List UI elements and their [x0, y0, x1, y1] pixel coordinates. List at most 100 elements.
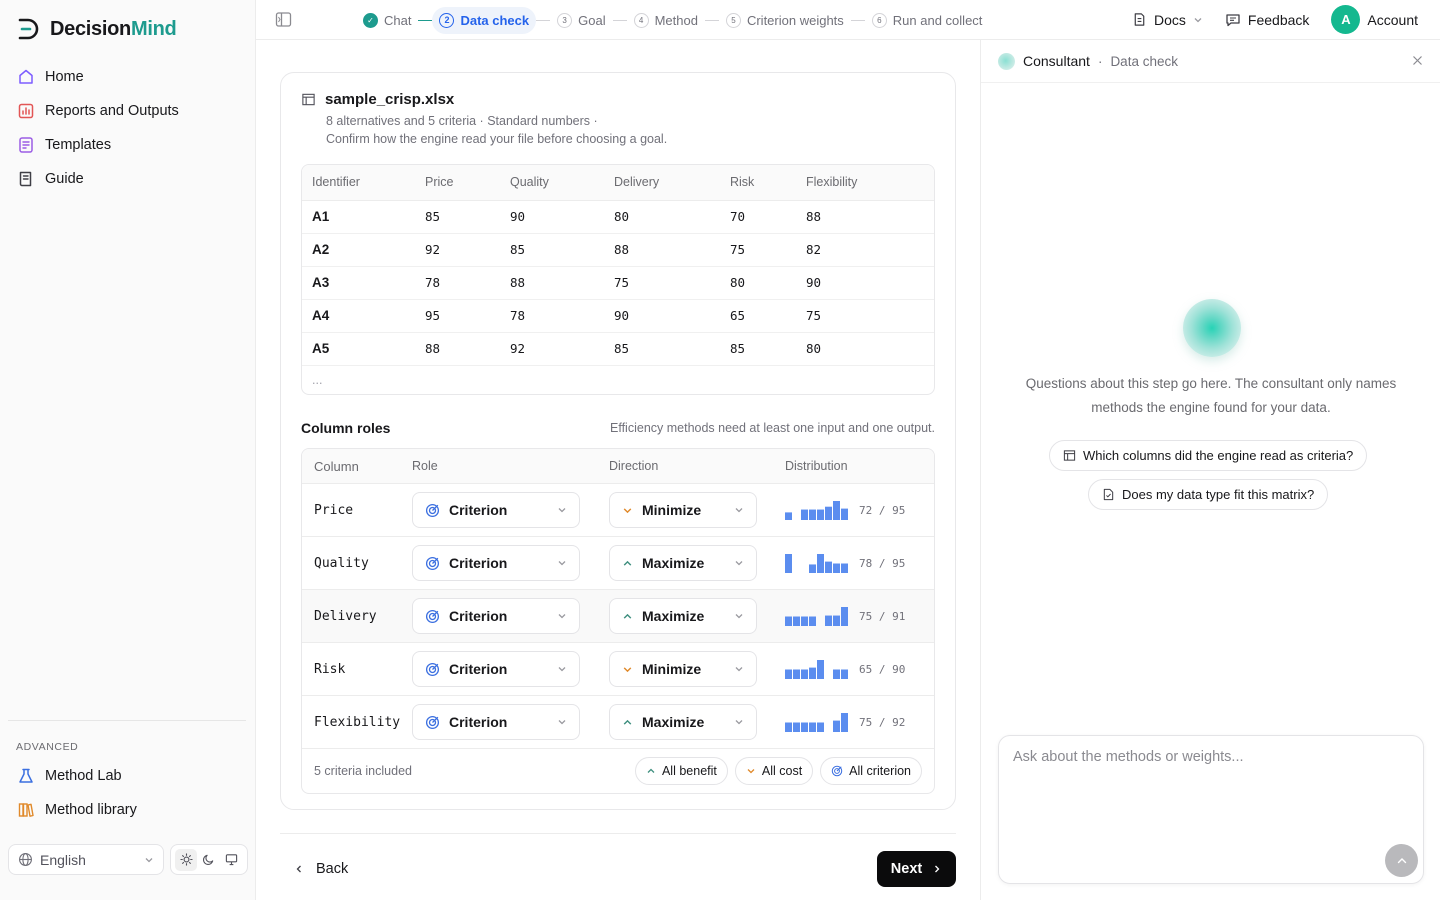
value-range: 78 / 95 — [859, 556, 906, 570]
consultant-panel: Consultant · Data check Questions about … — [980, 40, 1440, 900]
direction-value: Maximize — [642, 714, 705, 730]
histogram-bar — [809, 722, 816, 732]
histogram-bar — [809, 667, 816, 679]
column-roles-title: Column roles — [301, 420, 391, 436]
histogram-bar — [841, 669, 848, 679]
suggestion-chip[interactable]: Does my data type fit this matrix? — [1088, 479, 1329, 510]
close-icon — [1413, 56, 1422, 65]
step-data-check[interactable]: 2 Data check — [432, 6, 537, 34]
chevron-down-icon — [735, 614, 743, 619]
step-run-and-collect[interactable]: 6 Run and collect — [865, 7, 990, 34]
direction-select[interactable]: Maximize — [609, 704, 757, 740]
step-progress: ✓ Chat 2 Data check 3 Goal 4 Method 5 Cr… — [356, 6, 989, 34]
language-select[interactable]: English — [8, 844, 164, 875]
role-select[interactable]: Criterion — [412, 545, 580, 581]
next-button[interactable]: Next — [877, 851, 956, 887]
moon-icon — [203, 854, 214, 866]
consultant-chat-input[interactable]: Ask about the methods or weights... — [998, 735, 1424, 884]
pill-label: All criterion — [849, 764, 911, 778]
step-method[interactable]: 4 Method — [627, 7, 705, 34]
table-cell: 88 — [510, 266, 614, 300]
advanced-section: ADVANCED Method Lab Method library — [8, 720, 246, 827]
table-cell: 95 — [425, 299, 510, 333]
system-theme-button[interactable] — [221, 849, 243, 871]
role-select[interactable]: Criterion — [412, 651, 580, 687]
book-icon — [19, 171, 32, 187]
column-header: Distribution — [785, 459, 848, 473]
consultant-orb-icon — [998, 52, 1015, 70]
direction-cell: Maximize — [609, 598, 785, 634]
step-connector — [418, 19, 433, 21]
feedback-button[interactable]: Feedback — [1225, 12, 1309, 28]
globe-icon — [19, 853, 32, 866]
suggestion-chip[interactable]: Which columns did the engine read as cri… — [1049, 440, 1368, 471]
histogram-bar — [833, 669, 840, 679]
account-menu[interactable]: A Account — [1331, 5, 1418, 34]
role-select[interactable]: Criterion — [412, 598, 580, 634]
column-header: Direction — [609, 459, 659, 473]
step-connector — [536, 19, 551, 21]
dark-theme-button[interactable] — [198, 849, 220, 871]
table-cell: 88 — [425, 332, 510, 366]
step-chat[interactable]: ✓ Chat — [356, 7, 418, 34]
sidebar-item-method-lab[interactable]: Method Lab — [8, 759, 246, 793]
histogram-bar — [801, 669, 808, 679]
distribution-histogram — [785, 607, 848, 626]
sidebar-item-guide[interactable]: Guide — [8, 162, 248, 196]
value-range: 75 / 91 — [859, 609, 906, 623]
histogram-bar — [825, 615, 832, 626]
table-more-row: ... — [302, 365, 934, 394]
table-cell: A2 — [302, 233, 425, 267]
roles-header-row: Column Role Direction Distribution — [302, 449, 934, 484]
back-button[interactable]: Back — [294, 851, 348, 887]
table-row: A1 85 90 80 70 88 — [302, 200, 934, 234]
avatar: A — [1331, 5, 1361, 34]
all-cost-button[interactable]: All cost — [734, 757, 814, 785]
chevron-up-icon — [623, 719, 632, 725]
sidebar-item-home[interactable]: Home — [8, 60, 248, 94]
data-check-card: sample_crisp.xlsx 8 alternatives and 5 c… — [280, 72, 956, 810]
distribution-cell: 72 / 95 — [785, 500, 934, 520]
all-benefit-button[interactable]: All benefit — [634, 757, 728, 785]
step-goal[interactable]: 3 Goal — [550, 7, 612, 34]
table-cell: 90 — [510, 200, 614, 234]
column-name: Price — [314, 502, 354, 518]
step-connector — [704, 19, 719, 21]
direction-cell: Maximize — [609, 545, 785, 581]
direction-select[interactable]: Maximize — [609, 545, 757, 581]
step-criterion-weights[interactable]: 5 Criterion weights — [719, 7, 851, 34]
sidebar-toggle-button[interactable] — [275, 11, 292, 31]
send-button[interactable] — [1385, 844, 1418, 877]
direction-select[interactable]: Minimize — [609, 492, 757, 528]
sidebar-item-templates[interactable]: Templates — [8, 128, 248, 162]
bulk-actions: All benefit All cost All criterion — [634, 757, 922, 785]
chevron-down-icon — [558, 720, 566, 725]
logo-icon — [18, 18, 39, 40]
step-number: 5 — [725, 12, 741, 28]
sidebar-item-method-library[interactable]: Method library — [8, 793, 246, 827]
value-range: 65 / 90 — [859, 662, 906, 676]
step-number: 4 — [633, 12, 649, 28]
chevron-up-icon — [647, 768, 655, 773]
direction-cell: Minimize — [609, 651, 785, 687]
top-bar: ✓ Chat 2 Data check 3 Goal 4 Method 5 Cr… — [256, 0, 1440, 40]
role-cell: Criterion — [412, 545, 609, 581]
table-cell: 85 — [730, 332, 806, 366]
close-button[interactable] — [1412, 53, 1423, 69]
all-criterion-button[interactable]: All criterion — [820, 757, 922, 785]
docs-menu[interactable]: Docs — [1132, 12, 1203, 28]
histogram-bar — [817, 554, 824, 573]
sidebar-item-reports[interactable]: Reports and Outputs — [8, 94, 248, 128]
app-logo[interactable]: DecisionMind — [16, 16, 177, 42]
target-icon — [425, 503, 440, 517]
chevron-down-icon — [735, 667, 743, 672]
direction-select[interactable]: Maximize — [609, 598, 757, 634]
column-header: Quality — [510, 165, 614, 201]
role-select[interactable]: Criterion — [412, 704, 580, 740]
direction-select[interactable]: Minimize — [609, 651, 757, 687]
role-select[interactable]: Criterion — [412, 492, 580, 528]
light-theme-button[interactable] — [175, 848, 198, 871]
column-header: Flexibility — [806, 165, 934, 201]
sidebar-item-label: Method library — [45, 802, 137, 818]
direction-value: Maximize — [642, 608, 705, 624]
